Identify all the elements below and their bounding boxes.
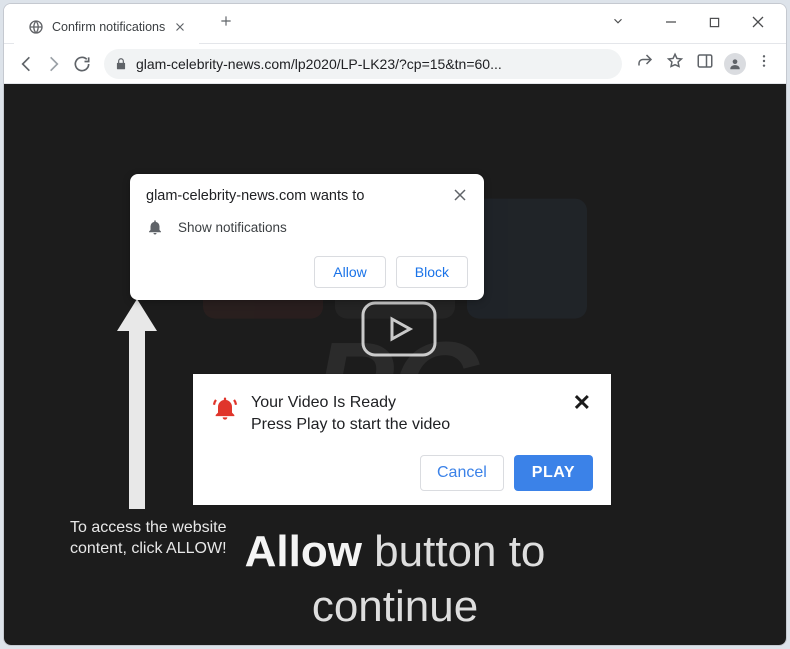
url-text: glam-celebrity-news.com/lp2020/LP-LK23/?… [136,56,612,72]
permission-label: Show notifications [178,220,287,235]
back-button[interactable] [16,54,36,74]
play-button[interactable]: PLAY [514,455,593,491]
maximize-button[interactable] [699,9,730,39]
share-icon[interactable] [634,50,656,77]
tab-title: Confirm notifications [52,20,165,34]
kebab-menu-icon[interactable] [754,51,774,76]
bell-icon [146,218,164,236]
tab-close-icon[interactable] [173,20,187,34]
close-window-button[interactable] [742,9,774,39]
toolbar: glam-celebrity-news.com/lp2020/LP-LK23/?… [4,44,786,84]
window-controls [601,8,786,39]
video-ready-popup: Your Video Is Ready Press Play to start … [193,374,611,505]
arrow-up-icon [113,299,161,509]
allow-button[interactable]: Allow [314,256,385,288]
side-panel-icon[interactable] [694,50,716,77]
play-outline-icon [359,299,439,359]
permission-close-icon[interactable] [452,188,468,204]
browser-tab[interactable]: Confirm notifications [14,10,199,44]
new-tab-button[interactable] [215,10,237,37]
globe-icon [28,19,44,35]
popup-close-icon[interactable]: ✕ [571,392,593,414]
bell-ring-icon [211,394,239,422]
block-button[interactable]: Block [396,256,468,288]
cancel-button[interactable]: Cancel [420,455,504,491]
bookmark-star-icon[interactable] [664,50,686,77]
video-ready-text: Your Video Is Ready Press Play to start … [251,392,559,435]
profile-avatar[interactable] [724,53,746,75]
browser-window: Confirm notifications glam [3,3,787,646]
titlebar: Confirm notifications [4,4,786,44]
reload-button[interactable] [72,54,92,74]
forward-button[interactable] [44,54,64,74]
address-bar[interactable]: glam-celebrity-news.com/lp2020/LP-LK23/?… [104,49,622,79]
notification-permission-prompt: glam-celebrity-news.com wants to Show no… [130,174,484,300]
minimize-button[interactable] [655,9,687,39]
page-content: PC risk.com To access the website conten… [4,84,786,645]
tab-search-icon[interactable] [601,8,635,39]
permission-origin-text: glam-celebrity-news.com wants to [146,188,452,204]
lock-icon [114,57,128,71]
instruction-big-text: Allow button to continue [4,524,786,634]
